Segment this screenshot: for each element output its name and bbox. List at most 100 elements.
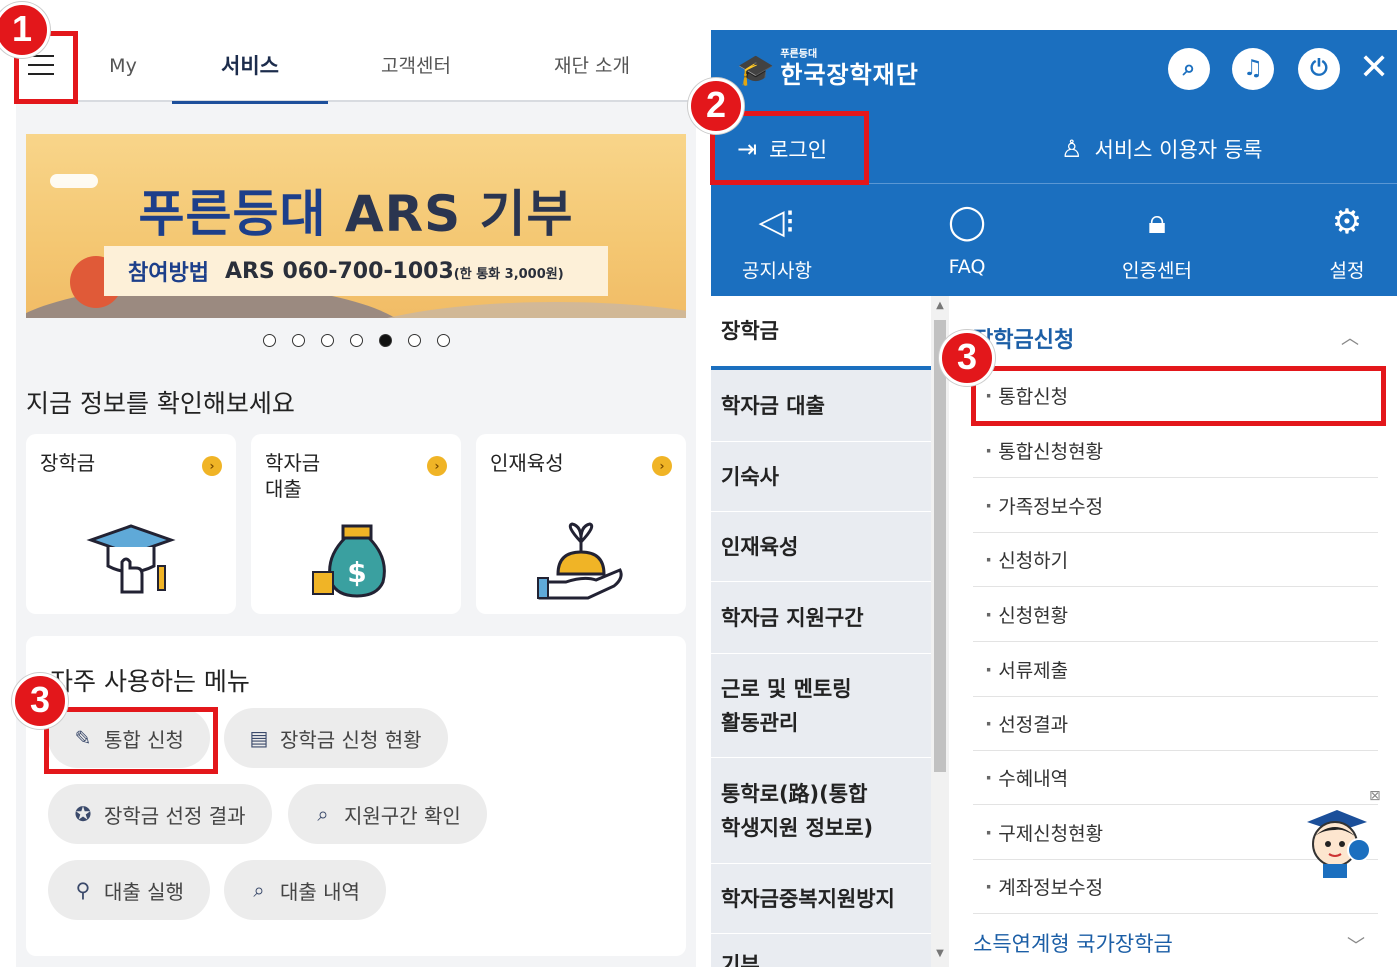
quick-notice[interactable]: ◁⁝ 공지사항 <box>717 198 837 283</box>
logo-small-text: 푸른등대 <box>780 49 818 60</box>
pill-label: 대출 실행 <box>104 879 184 904</box>
carousel-dot[interactable] <box>436 334 450 347</box>
quick-settings[interactable]: ⚙ 설정 <box>1287 198 1397 283</box>
step-badge-3-right: 3 <box>939 330 995 386</box>
category-dormitory[interactable]: 기숙사 <box>711 442 931 512</box>
category-duplicate-prevention[interactable]: 학자금중복지원방지 <box>711 864 931 934</box>
promo-banner[interactable]: 푸른등대 ARS 기부 참여방법 ARS 060-700-1003(한 통화 3… <box>26 134 686 318</box>
scroll-up-icon[interactable]: ▲ <box>931 300 949 311</box>
pill-label: 장학금 선정 결과 <box>104 803 246 828</box>
highlight-submenu-integrated <box>971 366 1386 426</box>
add-user-icon: ♙ <box>1061 135 1083 163</box>
scrollbar-thumb[interactable] <box>934 320 946 772</box>
magnify-doc-icon: ⌕ <box>253 878 265 902</box>
foundation-logo[interactable]: 🎓 푸른등대 한국장학재단 <box>737 50 919 90</box>
screenshot-stage: My 서비스 고객센터 재단 소개 푸른등대 ARS 기부 참여방법 ARS 0… <box>0 0 1397 967</box>
submenu-selection-result[interactable]: 선정결과 <box>973 697 1378 751</box>
banner-method-note: (한 통화 3,000원) <box>453 266 564 282</box>
frequent-menu-box: 자주 사용하는 메뉴 ✎ 통합 신청 ▤ 장학금 신청 현황 ✪ 장학금 선정 … <box>26 636 686 956</box>
category-talent[interactable]: 인재육성 <box>711 512 931 582</box>
banner-title-b: ARS 기부 <box>344 185 574 243</box>
submenu-integrated-status[interactable]: 통합신청현황 <box>973 424 1378 478</box>
submenu-apply-status[interactable]: 신청현황 <box>973 588 1378 642</box>
card-label: 장학금 <box>40 451 96 475</box>
chevron-right-icon: › <box>427 456 447 476</box>
category-donation[interactable]: 기부 <box>711 934 931 967</box>
graduation-cap-logo-icon: 🎓 <box>737 52 775 88</box>
carousel-dot[interactable] <box>378 334 392 347</box>
award-icon: ✪ <box>74 802 92 826</box>
carousel-indicator <box>16 334 696 347</box>
loan-execution-button[interactable]: ⚲ 대출 실행 <box>48 860 210 920</box>
carousel-dot[interactable] <box>349 334 363 347</box>
chat-bubble-icon: ◯ <box>947 202 987 242</box>
svg-text:$: $ <box>347 556 366 589</box>
submenu-income-linked[interactable]: 소득연계형 국가장학금 <box>973 928 1173 958</box>
category-scrollbar[interactable]: ▲ ▼ <box>931 296 949 967</box>
lock-icon: 🔒︎ <box>1147 202 1167 242</box>
category-support-bracket[interactable]: 학자금 지원구간 <box>711 582 931 654</box>
sprout-hand-icon <box>537 522 623 600</box>
tab-my[interactable]: My <box>88 30 158 102</box>
quick-faq[interactable]: ◯ FAQ <box>907 198 1027 278</box>
banner-method-label: 참여방법 <box>128 261 209 286</box>
card-scholarship[interactable]: 장학금 › <box>26 434 236 614</box>
pill-label: 장학금 신청 현황 <box>280 727 422 752</box>
info-section-title: 지금 정보를 확인해보세요 <box>26 389 295 418</box>
banner-info: 참여방법 ARS 060-700-1003(한 통화 3,000원) <box>104 246 608 296</box>
register-button[interactable]: ♙ 서비스 이용자 등록 <box>1061 114 1262 184</box>
carousel-dot[interactable] <box>407 334 421 347</box>
step-badge-3-left: 3 <box>12 673 68 729</box>
carousel-dot[interactable] <box>320 334 334 347</box>
banner-method-value: ARS 060-700-1003(한 통화 3,000원) <box>224 258 564 284</box>
quick-label: 공지사항 <box>742 260 812 282</box>
category-scholarship[interactable]: 장학금 <box>711 296 931 370</box>
quick-label: FAQ <box>948 256 986 278</box>
frequent-menu-title: 자주 사용하는 메뉴 <box>50 667 250 696</box>
chevron-right-icon: › <box>202 456 222 476</box>
power-icon[interactable]: ⏻ <box>1298 48 1340 90</box>
chevron-up-icon[interactable]: ︿ <box>1341 324 1359 350</box>
tab-service[interactable]: 서비스 <box>172 30 328 104</box>
service-main-page: My 서비스 고객센터 재단 소개 푸른등대 ARS 기부 참여방법 ARS 0… <box>16 30 696 967</box>
scholarship-status-button[interactable]: ▤ 장학금 신청 현황 <box>224 708 448 768</box>
banner-title-a: 푸른등대 <box>138 185 327 243</box>
submenu-benefit-history[interactable]: 수혜내역 <box>973 751 1378 805</box>
close-icon[interactable]: ✕ <box>1359 44 1389 92</box>
submenu-family-info[interactable]: 가족정보수정 <box>973 479 1378 533</box>
search-icon[interactable]: ⌕ <box>1168 48 1210 90</box>
magnify-doc-icon: ⌕ <box>317 802 329 826</box>
submenu-documents[interactable]: 서류제출 <box>973 643 1378 697</box>
top-navigation: My 서비스 고객센터 재단 소개 <box>16 30 696 104</box>
carousel-dot[interactable] <box>262 334 276 347</box>
scholarship-result-button[interactable]: ✪ 장학금 선정 결과 <box>48 784 272 844</box>
carousel-dot[interactable] <box>291 334 305 347</box>
card-label: 인재육성 <box>490 451 564 475</box>
logo-big-text: 한국장학재단 <box>780 61 919 89</box>
quick-label: 설정 <box>1329 260 1365 282</box>
pill-label: 대출 내역 <box>280 879 360 904</box>
submenu-apply[interactable]: 신청하기 <box>973 533 1378 587</box>
register-label: 서비스 이용자 등록 <box>1094 138 1263 162</box>
category-list: 장학금 학자금 대출 기숙사 인재육성 학자금 지원구간 근로 및 멘토링 활동… <box>711 296 931 967</box>
support-bracket-button[interactable]: ⌕ 지원구간 확인 <box>288 784 487 844</box>
money-bag-icon: $ <box>312 524 386 598</box>
category-work-mentoring[interactable]: 근로 및 멘토링 활동관리 <box>711 654 931 758</box>
bell-icon[interactable]: ♫ <box>1232 48 1274 90</box>
tab-foundation-intro[interactable]: 재단 소개 <box>532 30 652 102</box>
loan-history-button[interactable]: ⌕ 대출 내역 <box>224 860 386 920</box>
card-student-loan[interactable]: 학자금 대출 › $ <box>251 434 461 614</box>
category-student-loan[interactable]: 학자금 대출 <box>711 370 931 442</box>
chevron-down-icon[interactable]: ﹀ <box>1347 932 1365 958</box>
tab-customer-center[interactable]: 고객센터 <box>356 30 476 102</box>
graduation-cap-hand-icon <box>86 524 176 594</box>
document-icon: ▤ <box>249 726 269 750</box>
card-talent-development[interactable]: 인재육성 › <box>476 434 686 614</box>
chatbot-mascot-icon[interactable] <box>1297 800 1377 880</box>
quick-cert-center[interactable]: 🔒︎ 인증센터 <box>1097 198 1217 283</box>
megaphone-icon: ◁⁝ <box>758 202 796 242</box>
gear-icon: ⚙ <box>1331 202 1363 242</box>
scroll-down-icon[interactable]: ▼ <box>931 948 949 959</box>
highlight-integrated-apply <box>44 707 218 774</box>
category-tonghakro[interactable]: 통학로(路)(통합 학생지원 정보로) <box>711 758 931 864</box>
